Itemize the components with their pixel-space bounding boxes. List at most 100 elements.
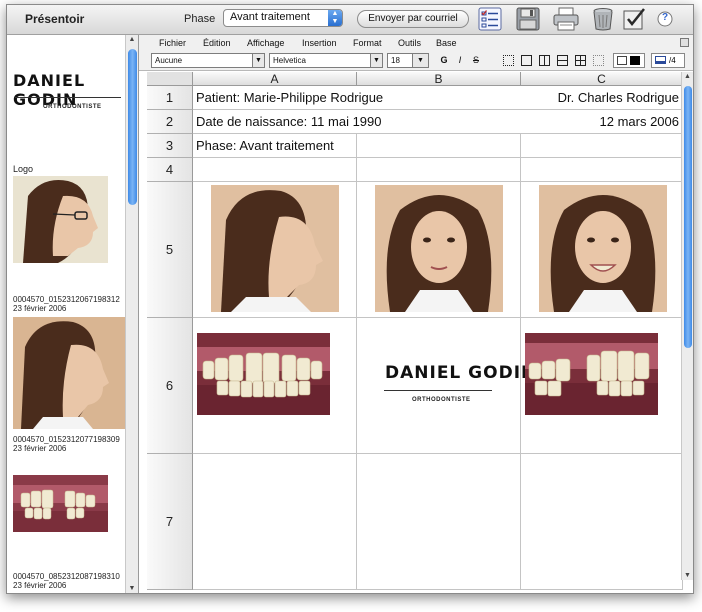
spreadsheet-pane: Fichier Édition Affichage Insertion Form… (139, 35, 693, 593)
row-header-4[interactable]: 4 (147, 158, 193, 182)
sidebar-logo-caption: Logo (13, 164, 34, 174)
size-combo[interactable]: 18 ▼ (387, 53, 429, 68)
sidebar-scroll-thumb[interactable] (128, 49, 137, 205)
border-vertical-icon[interactable] (539, 55, 550, 66)
page-view-icon (655, 56, 666, 64)
photo-teeth-front[interactable] (197, 333, 330, 415)
save-icon[interactable] (515, 7, 541, 31)
scroll-up-arrow-icon[interactable]: ▲ (126, 36, 138, 43)
menu-bar: Fichier Édition Affichage Insertion Form… (139, 35, 693, 51)
window-corner-icon[interactable] (680, 38, 689, 47)
border-all-icon[interactable] (575, 55, 586, 66)
text-color-swatch (630, 56, 640, 65)
row-header-6[interactable]: 6 (147, 318, 193, 454)
menu-outils[interactable]: Outils (398, 38, 421, 48)
email-button[interactable]: Envoyer par courriel (357, 10, 469, 28)
thumb-caption-date: 23 février 2006 (13, 444, 67, 453)
help-glyph: ? (661, 12, 669, 23)
column-header-c[interactable]: C (521, 72, 683, 86)
style-combo-value: Aucune (155, 56, 183, 65)
photo-teeth-side[interactable] (525, 333, 658, 415)
style-combo[interactable]: Aucune ▼ (151, 53, 265, 68)
scroll-down-arrow-icon[interactable]: ▼ (682, 572, 693, 579)
cell-a4[interactable] (193, 158, 357, 182)
cell-a2[interactable]: Date de naissance: 11 mai 1990 (193, 110, 521, 134)
menu-format[interactable]: Format (353, 38, 382, 48)
cell-a1[interactable]: Patient: Marie-Philippe Rodrigue (193, 86, 521, 110)
thumb-caption-id: 0004570_0852312087198310 (13, 572, 120, 581)
menu-edition[interactable]: Édition (203, 38, 231, 48)
select-arrows-icon: ▲ ▼ (328, 10, 342, 26)
thumb-caption-date: 23 février 2006 (13, 581, 67, 590)
sidebar-logo-divider (15, 97, 121, 98)
column-header-a[interactable]: A (193, 72, 357, 86)
fill-color-swatch (617, 56, 627, 65)
sidebar-logo-subtitle: ORTHODONTISTE (43, 104, 102, 110)
photo-profile[interactable] (211, 185, 339, 312)
thumb-caption-date: 23 février 2006 (13, 304, 67, 313)
image-sidebar: DANIEL GODIN ORTHODONTISTE Logo 0004570_… (7, 35, 139, 593)
phase-select-value: Avant traitement (230, 11, 310, 23)
border-none-icon[interactable] (503, 55, 514, 66)
font-combo[interactable]: Helvetica ▼ (269, 53, 383, 68)
app-title: Présentoir (25, 12, 85, 26)
row-header-2[interactable]: 2 (147, 110, 193, 134)
cell-a3[interactable]: Phase: Avant traitement (193, 134, 357, 158)
border-dotted-icon[interactable] (593, 55, 604, 66)
sidebar-thumb-teeth[interactable] (13, 475, 108, 532)
thumb-caption-id: 0004570_0152312077198309 (13, 435, 120, 444)
menu-insertion[interactable]: Insertion (302, 38, 337, 48)
scroll-up-arrow-icon[interactable]: ▲ (682, 73, 693, 80)
chevron-down-icon[interactable]: ▼ (412, 54, 428, 67)
checklist-icon[interactable] (477, 7, 503, 31)
grid-corner[interactable] (147, 72, 193, 86)
cell-b7[interactable] (357, 454, 521, 590)
italic-button[interactable]: I (453, 53, 467, 68)
size-combo-value: 18 (391, 56, 400, 65)
scroll-down-arrow-icon[interactable]: ▼ (126, 585, 138, 592)
trash-icon[interactable] (590, 7, 616, 31)
cell-c1[interactable]: Dr. Charles Rodrigue (521, 86, 683, 110)
row-header-3[interactable]: 3 (147, 134, 193, 158)
top-toolbar: Présentoir Phase Avant traitement ▲ ▼ Env… (7, 5, 693, 35)
cell-b4[interactable] (357, 158, 521, 182)
sidebar-thumb-profile[interactable] (13, 317, 125, 429)
page-view-button[interactable]: /4 (651, 53, 685, 68)
phase-select[interactable]: Avant traitement ▲ ▼ (223, 9, 343, 27)
sheet-vertical-scrollbar[interactable]: ▲ ▼ (681, 72, 693, 580)
print-icon[interactable] (553, 7, 579, 31)
column-header-b[interactable]: B (357, 72, 521, 86)
cell-a7[interactable] (193, 454, 357, 590)
strike-button[interactable]: S (469, 53, 483, 68)
row-header-7[interactable]: 7 (147, 454, 193, 590)
cell-c7[interactable] (521, 454, 683, 590)
thumb-caption-id: 0004570_0152312067198312 (13, 295, 120, 304)
row-header-5[interactable]: 5 (147, 182, 193, 318)
menu-fichier[interactable]: Fichier (159, 38, 186, 48)
cell-c4[interactable] (521, 158, 683, 182)
sidebar-scrollbar[interactable]: ▲ ▼ (125, 35, 138, 593)
cell-b3[interactable] (357, 134, 521, 158)
cell-c3[interactable] (521, 134, 683, 158)
cell-b6-logo-name: DANIEL GODIN (385, 363, 537, 383)
menu-affichage[interactable]: Affichage (247, 38, 284, 48)
cell-b6-logo-subtitle: ORTHODONTISTE (412, 397, 471, 403)
app-window: Présentoir Phase Avant traitement ▲ ▼ Env… (6, 4, 694, 594)
checkbox-icon[interactable] (622, 7, 648, 31)
help-icon[interactable]: ? (657, 11, 673, 27)
photo-frontal-smile[interactable] (539, 185, 667, 312)
chevron-down-icon[interactable]: ▼ (370, 54, 382, 67)
cell-b6[interactable] (357, 318, 521, 454)
sidebar-thumb-profile-glasses[interactable] (13, 176, 108, 263)
row-header-1[interactable]: 1 (147, 86, 193, 110)
border-outer-icon[interactable] (521, 55, 532, 66)
bold-button[interactable]: G (437, 53, 451, 68)
sheet-scroll-thumb[interactable] (684, 86, 692, 348)
photo-frontal[interactable] (375, 185, 503, 312)
chevron-down-icon[interactable]: ▼ (252, 54, 264, 67)
color-swatch-button[interactable] (613, 53, 645, 68)
cell-c2[interactable]: 12 mars 2006 (521, 110, 683, 134)
format-bar: Aucune ▼ Helvetica ▼ 18 ▼ G I S /4 (139, 51, 693, 71)
menu-base[interactable]: Base (436, 38, 457, 48)
border-horizontal-icon[interactable] (557, 55, 568, 66)
